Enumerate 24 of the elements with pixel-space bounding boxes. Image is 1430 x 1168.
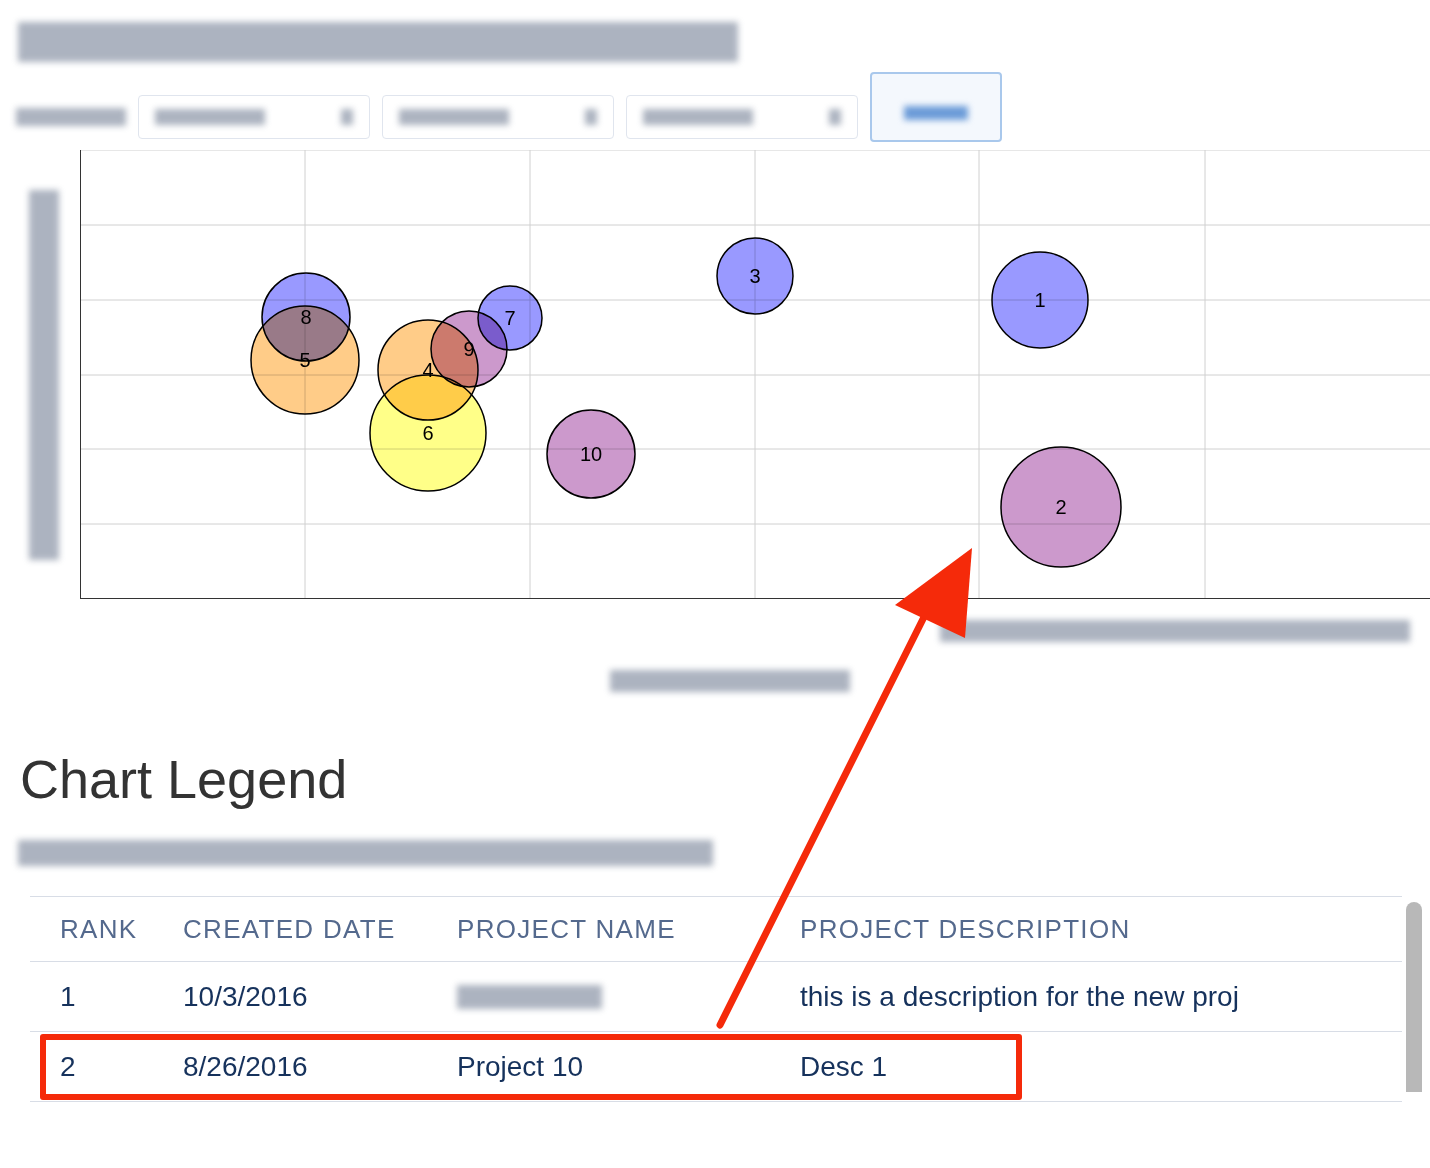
bubble: 1 <box>991 251 1089 349</box>
dropdown[interactable] <box>138 95 370 139</box>
column-header: PROJECT NAME <box>457 913 676 944</box>
caret-icon <box>341 109 353 125</box>
table-cell: 8/26/2016 <box>183 1050 308 1082</box>
bubble: 7 <box>477 285 543 351</box>
caret-icon <box>585 109 597 125</box>
table-cell: 1 <box>60 980 76 1012</box>
column-header: CREATED DATE <box>183 913 396 944</box>
dropdown[interactable] <box>626 95 858 139</box>
caret-icon <box>829 109 841 125</box>
column-header: PROJECT DESCRIPTION <box>800 913 1131 944</box>
bubble: 3 <box>716 237 794 315</box>
scrollbar[interactable] <box>1406 902 1422 1092</box>
table-cell: this is a description for the new proj <box>800 980 1239 1012</box>
bubble: 10 <box>546 409 636 499</box>
table-cell: Desc 1 <box>800 1050 888 1082</box>
table-cell: Project 10 <box>457 1050 584 1082</box>
bubble: 2 <box>1000 446 1122 568</box>
table-cell: 10/3/2016 <box>183 980 308 1012</box>
column-header: RANK <box>60 913 138 944</box>
dropdown[interactable] <box>382 95 614 139</box>
table-cell: 2 <box>60 1050 76 1082</box>
toolbar-button[interactable] <box>870 72 1002 142</box>
